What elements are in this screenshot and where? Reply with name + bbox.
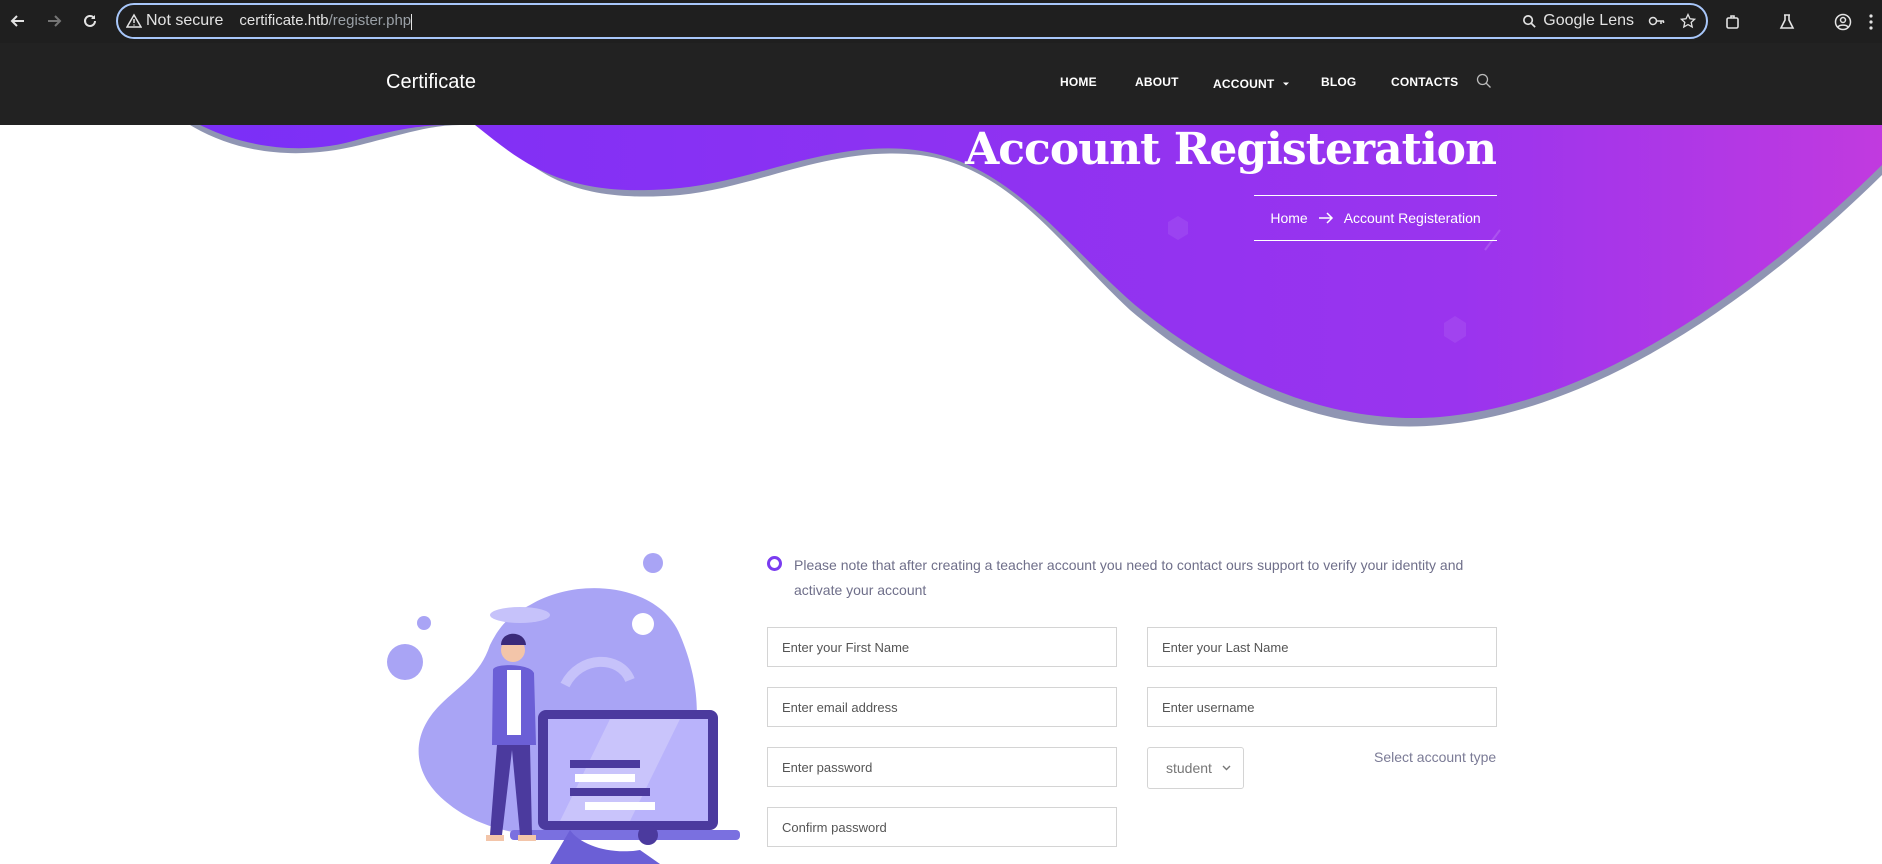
security-warning[interactable]: Not secure — [126, 12, 223, 30]
warning-icon — [126, 13, 142, 28]
username-field[interactable]: Enter username — [1147, 687, 1497, 727]
url-text[interactable]: certificate.htb/register.php — [239, 12, 413, 30]
password-field[interactable]: Enter password — [767, 747, 1117, 787]
profile-icon[interactable] — [1834, 0, 1852, 43]
email-field[interactable]: Enter email address — [767, 687, 1117, 727]
forward-icon[interactable] — [36, 3, 72, 39]
hero-background-wave — [190, 125, 1882, 427]
notice-text: Please note that after creating a teache… — [794, 557, 1464, 598]
teacher-account-notice: Please note that after creating a teache… — [767, 553, 1497, 603]
address-bar[interactable]: Not secure certificate.htb/register.php … — [116, 3, 1708, 39]
breadcrumb-current: Account Registeration — [1343, 210, 1481, 226]
page-title: Account Registeration — [965, 124, 1497, 175]
search-icon — [1523, 14, 1536, 28]
notice-bullet-icon — [767, 556, 782, 571]
arrow-right-icon — [1318, 212, 1333, 224]
key-icon[interactable] — [1648, 14, 1666, 28]
nav-account[interactable]: ACCOUNT — [1213, 75, 1290, 93]
reload-icon[interactable] — [72, 3, 108, 39]
nav-home[interactable]: HOME — [1060, 75, 1097, 89]
url-host: certificate.htb — [239, 12, 329, 30]
site-search-icon[interactable] — [1476, 73, 1492, 94]
url-path: /register.php — [328, 12, 412, 30]
nav-contacts[interactable]: CONTACTS — [1391, 75, 1458, 89]
caret-down-icon — [1282, 82, 1289, 86]
breadcrumb-home[interactable]: Home — [1270, 210, 1307, 226]
registration-illustration — [387, 553, 740, 864]
confirm-password-field[interactable]: Confirm password — [767, 807, 1117, 847]
bookmark-star-icon[interactable] — [1680, 13, 1696, 29]
nav-about[interactable]: ABOUT — [1135, 75, 1179, 89]
security-label: Not secure — [146, 12, 224, 29]
menu-dots-icon[interactable] — [1868, 0, 1874, 43]
google-lens-label: Google Lens — [1543, 12, 1634, 29]
breadcrumb: Home Account Registeration — [1254, 195, 1497, 241]
chevron-down-icon — [1222, 765, 1231, 771]
last-name-field[interactable]: Enter your Last Name — [1147, 627, 1497, 667]
back-icon[interactable] — [0, 3, 36, 39]
account-type-label: Select account type — [1374, 749, 1497, 765]
google-lens-button[interactable]: Google Lens — [1522, 12, 1634, 30]
site-logo[interactable]: Certificate — [386, 71, 476, 94]
nav-account-label: ACCOUNT — [1213, 77, 1275, 91]
extensions-icon[interactable] — [1724, 0, 1742, 43]
account-type-select[interactable]: student — [1147, 747, 1244, 789]
first-name-field[interactable]: Enter your First Name — [767, 627, 1117, 667]
labs-flask-icon[interactable] — [1779, 0, 1795, 43]
nav-blog[interactable]: BLOG — [1321, 75, 1356, 89]
browser-toolbar: Not secure certificate.htb/register.php … — [0, 0, 1882, 43]
site-header: Certificate HOME ABOUT ACCOUNT BLOG CONT… — [0, 43, 1882, 125]
account-type-value: student — [1166, 760, 1212, 776]
